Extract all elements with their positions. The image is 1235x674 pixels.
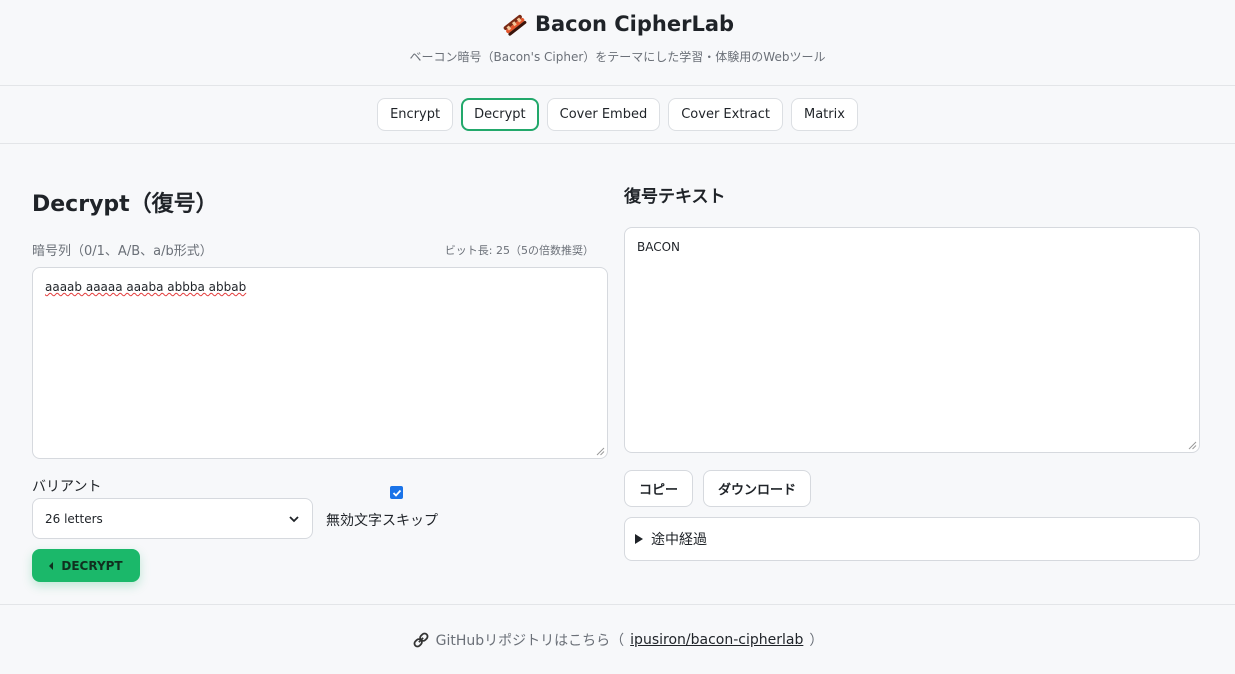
link-icon <box>413 632 429 647</box>
cipher-input-label: 暗号列（0/1、A/B、a/b形式） <box>32 244 213 259</box>
bit-length-info: ビット長: 25（5の倍数推奨） <box>444 244 594 257</box>
variant-select-value: 26 letters <box>45 511 103 526</box>
tab-cover-embed[interactable]: Cover Embed <box>546 98 661 131</box>
tab-matrix[interactable]: Matrix <box>790 98 858 131</box>
title-row: Bacon CipherLab <box>0 11 1235 37</box>
footer-suffix: ） <box>809 632 824 649</box>
app-header: Bacon CipherLab ベーコン暗号（Bacon's Cipher）をテ… <box>0 0 1235 86</box>
result-output[interactable]: BACON <box>624 227 1200 453</box>
result-output-value: BACON <box>637 240 681 254</box>
copy-button[interactable]: コピー <box>624 470 694 507</box>
skip-invalid-label: 無効文字スキップ <box>326 513 438 529</box>
footer-prefix: GitHubリポジトリはこちら（ <box>435 632 625 649</box>
resize-grip-icon[interactable] <box>1188 441 1197 450</box>
cipher-input-value: aaaab aaaaa aaaba abbba abbab <box>45 280 247 294</box>
tab-decrypt[interactable]: Decrypt <box>461 98 539 131</box>
download-button[interactable]: ダウンロード <box>703 470 812 507</box>
section-title: Decrypt（復号） <box>32 192 218 217</box>
decrypt-button[interactable]: DECRYPT <box>32 549 140 582</box>
progress-details[interactable]: 途中経過 <box>624 517 1200 561</box>
variant-label: バリアント <box>32 479 102 495</box>
caret-left-icon <box>49 561 54 570</box>
resize-grip-icon[interactable] <box>596 447 605 456</box>
chevron-down-icon <box>289 515 299 522</box>
footer: GitHubリポジトリはこちら（ ipusiron/bacon-cipherla… <box>0 604 1235 674</box>
variant-select[interactable]: 26 letters <box>32 498 313 539</box>
decrypt-button-label: DECRYPT <box>61 558 123 573</box>
app-subtitle: ベーコン暗号（Bacon's Cipher）をテーマにした学習・体験用のWebツ… <box>409 50 826 64</box>
disclosure-triangle-icon <box>635 534 643 544</box>
skip-invalid-checkbox[interactable] <box>390 486 403 499</box>
check-icon <box>392 489 401 497</box>
cipher-input[interactable]: aaaab aaaaa aaaba abbba abbab <box>32 267 608 459</box>
result-actions: コピー ダウンロード <box>624 470 812 507</box>
app-title: Bacon CipherLab <box>534 12 735 36</box>
tab-encrypt[interactable]: Encrypt <box>377 98 454 131</box>
github-repo-link[interactable]: ipusiron/bacon-cipherlab <box>630 632 803 648</box>
result-title: 復号テキスト <box>624 187 726 207</box>
bacon-icon <box>503 14 527 36</box>
progress-details-label: 途中経過 <box>651 532 707 548</box>
tab-cover-extract[interactable]: Cover Extract <box>668 98 783 131</box>
tab-bar: Encrypt Decrypt Cover Embed Cover Extrac… <box>0 86 1235 144</box>
